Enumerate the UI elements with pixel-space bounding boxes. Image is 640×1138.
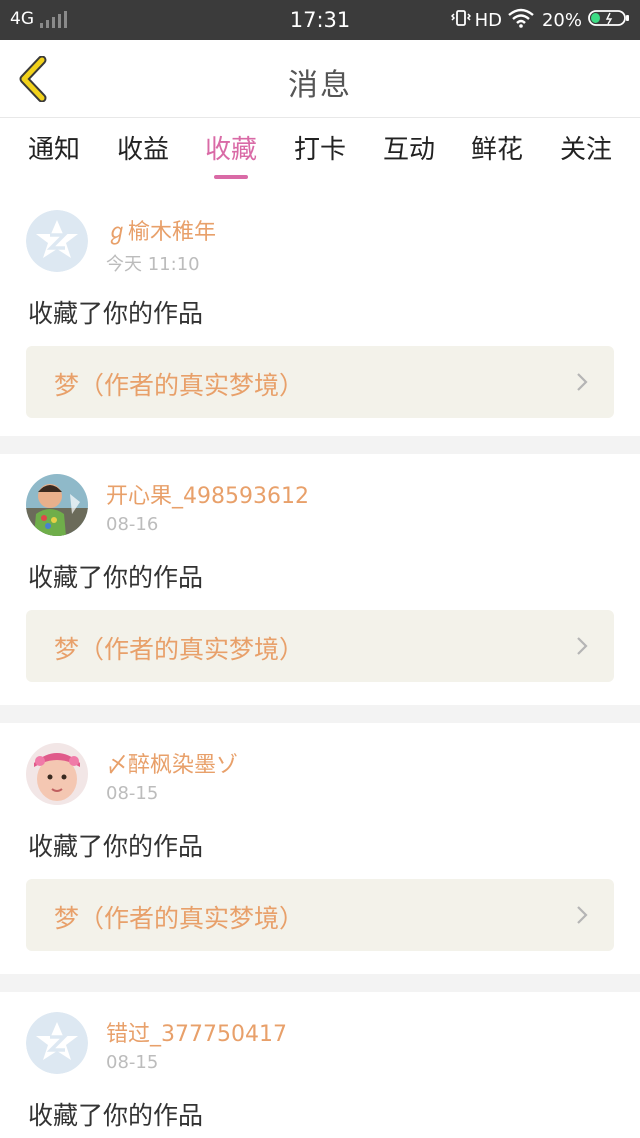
chevron-right-icon (577, 637, 588, 655)
timestamp: 08-15 (106, 1052, 159, 1073)
battery-percent: 20% (541, 10, 582, 31)
list-item: ℊ榆木稚年 今天 11:10 收藏了你的作品 梦（作者的真实梦境） (0, 190, 640, 436)
list-item: 错过_377750417 08-15 收藏了你的作品 (0, 992, 640, 1138)
username[interactable]: 错过_377750417 (106, 1016, 287, 1048)
work-link[interactable]: 梦（作者的真实梦境） (26, 610, 614, 682)
section-divider (0, 974, 640, 992)
timestamp: 今天 11:10 (106, 254, 200, 275)
tab-notifications[interactable]: 通知 (16, 129, 92, 166)
avatar[interactable] (26, 474, 88, 536)
username[interactable]: 〆醉枫染墨ゾ (106, 747, 238, 779)
user-photo-icon (26, 743, 88, 805)
avatar[interactable] (26, 743, 88, 805)
tab-follow[interactable]: 关注 (548, 129, 624, 166)
tab-flowers[interactable]: 鲜花 (459, 129, 535, 166)
default-avatar-icon (26, 1012, 88, 1074)
section-divider (0, 705, 640, 723)
user-photo-icon (26, 474, 88, 536)
work-link[interactable]: 梦（作者的真实梦境） (26, 346, 614, 418)
tab-favorites[interactable]: 收藏 (193, 129, 269, 166)
chevron-right-icon (577, 373, 588, 391)
action-text: 收藏了你的作品 (28, 832, 204, 861)
vibrate-icon (450, 9, 471, 32)
tab-checkin[interactable]: 打卡 (282, 129, 358, 166)
action-text: 收藏了你的作品 (28, 1101, 204, 1130)
wifi-icon (508, 8, 534, 33)
tab-earnings[interactable]: 收益 (105, 129, 181, 166)
app-header: 消息 (0, 40, 640, 118)
username[interactable]: ℊ榆木稚年 (106, 214, 216, 246)
action-text: 收藏了你的作品 (28, 563, 204, 592)
action-text: 收藏了你的作品 (28, 299, 204, 328)
work-link[interactable]: 梦（作者的真实梦境） (26, 879, 614, 951)
battery-icon (588, 9, 630, 32)
hd-label: HD (474, 10, 502, 31)
default-avatar-icon (26, 210, 88, 272)
work-title: 梦（作者的真实梦境） (54, 635, 305, 664)
active-tab-indicator (214, 175, 248, 179)
work-title: 梦（作者的真实梦境） (54, 371, 305, 400)
section-divider (0, 436, 640, 454)
tab-interaction[interactable]: 互动 (371, 129, 447, 166)
list-item: 〆醉枫染墨ゾ 08-15 收藏了你的作品 梦（作者的真实梦境） (0, 723, 640, 974)
page-title: 消息 (288, 68, 352, 103)
tab-bar: 通知 收益 收藏 打卡 互动 鲜花 关注 (0, 119, 640, 183)
timestamp: 08-16 (106, 514, 159, 535)
work-title: 梦（作者的真实梦境） (54, 904, 305, 933)
status-bar: 4G 17:31 HD 20% (0, 0, 640, 40)
avatar[interactable] (26, 1012, 88, 1074)
username[interactable]: 开心果_498593612 (106, 478, 309, 510)
list-item: 开心果_498593612 08-16 收藏了你的作品 梦（作者的真实梦境） (0, 454, 640, 705)
avatar[interactable] (26, 210, 88, 272)
timestamp: 08-15 (106, 783, 159, 804)
chevron-right-icon (577, 906, 588, 924)
